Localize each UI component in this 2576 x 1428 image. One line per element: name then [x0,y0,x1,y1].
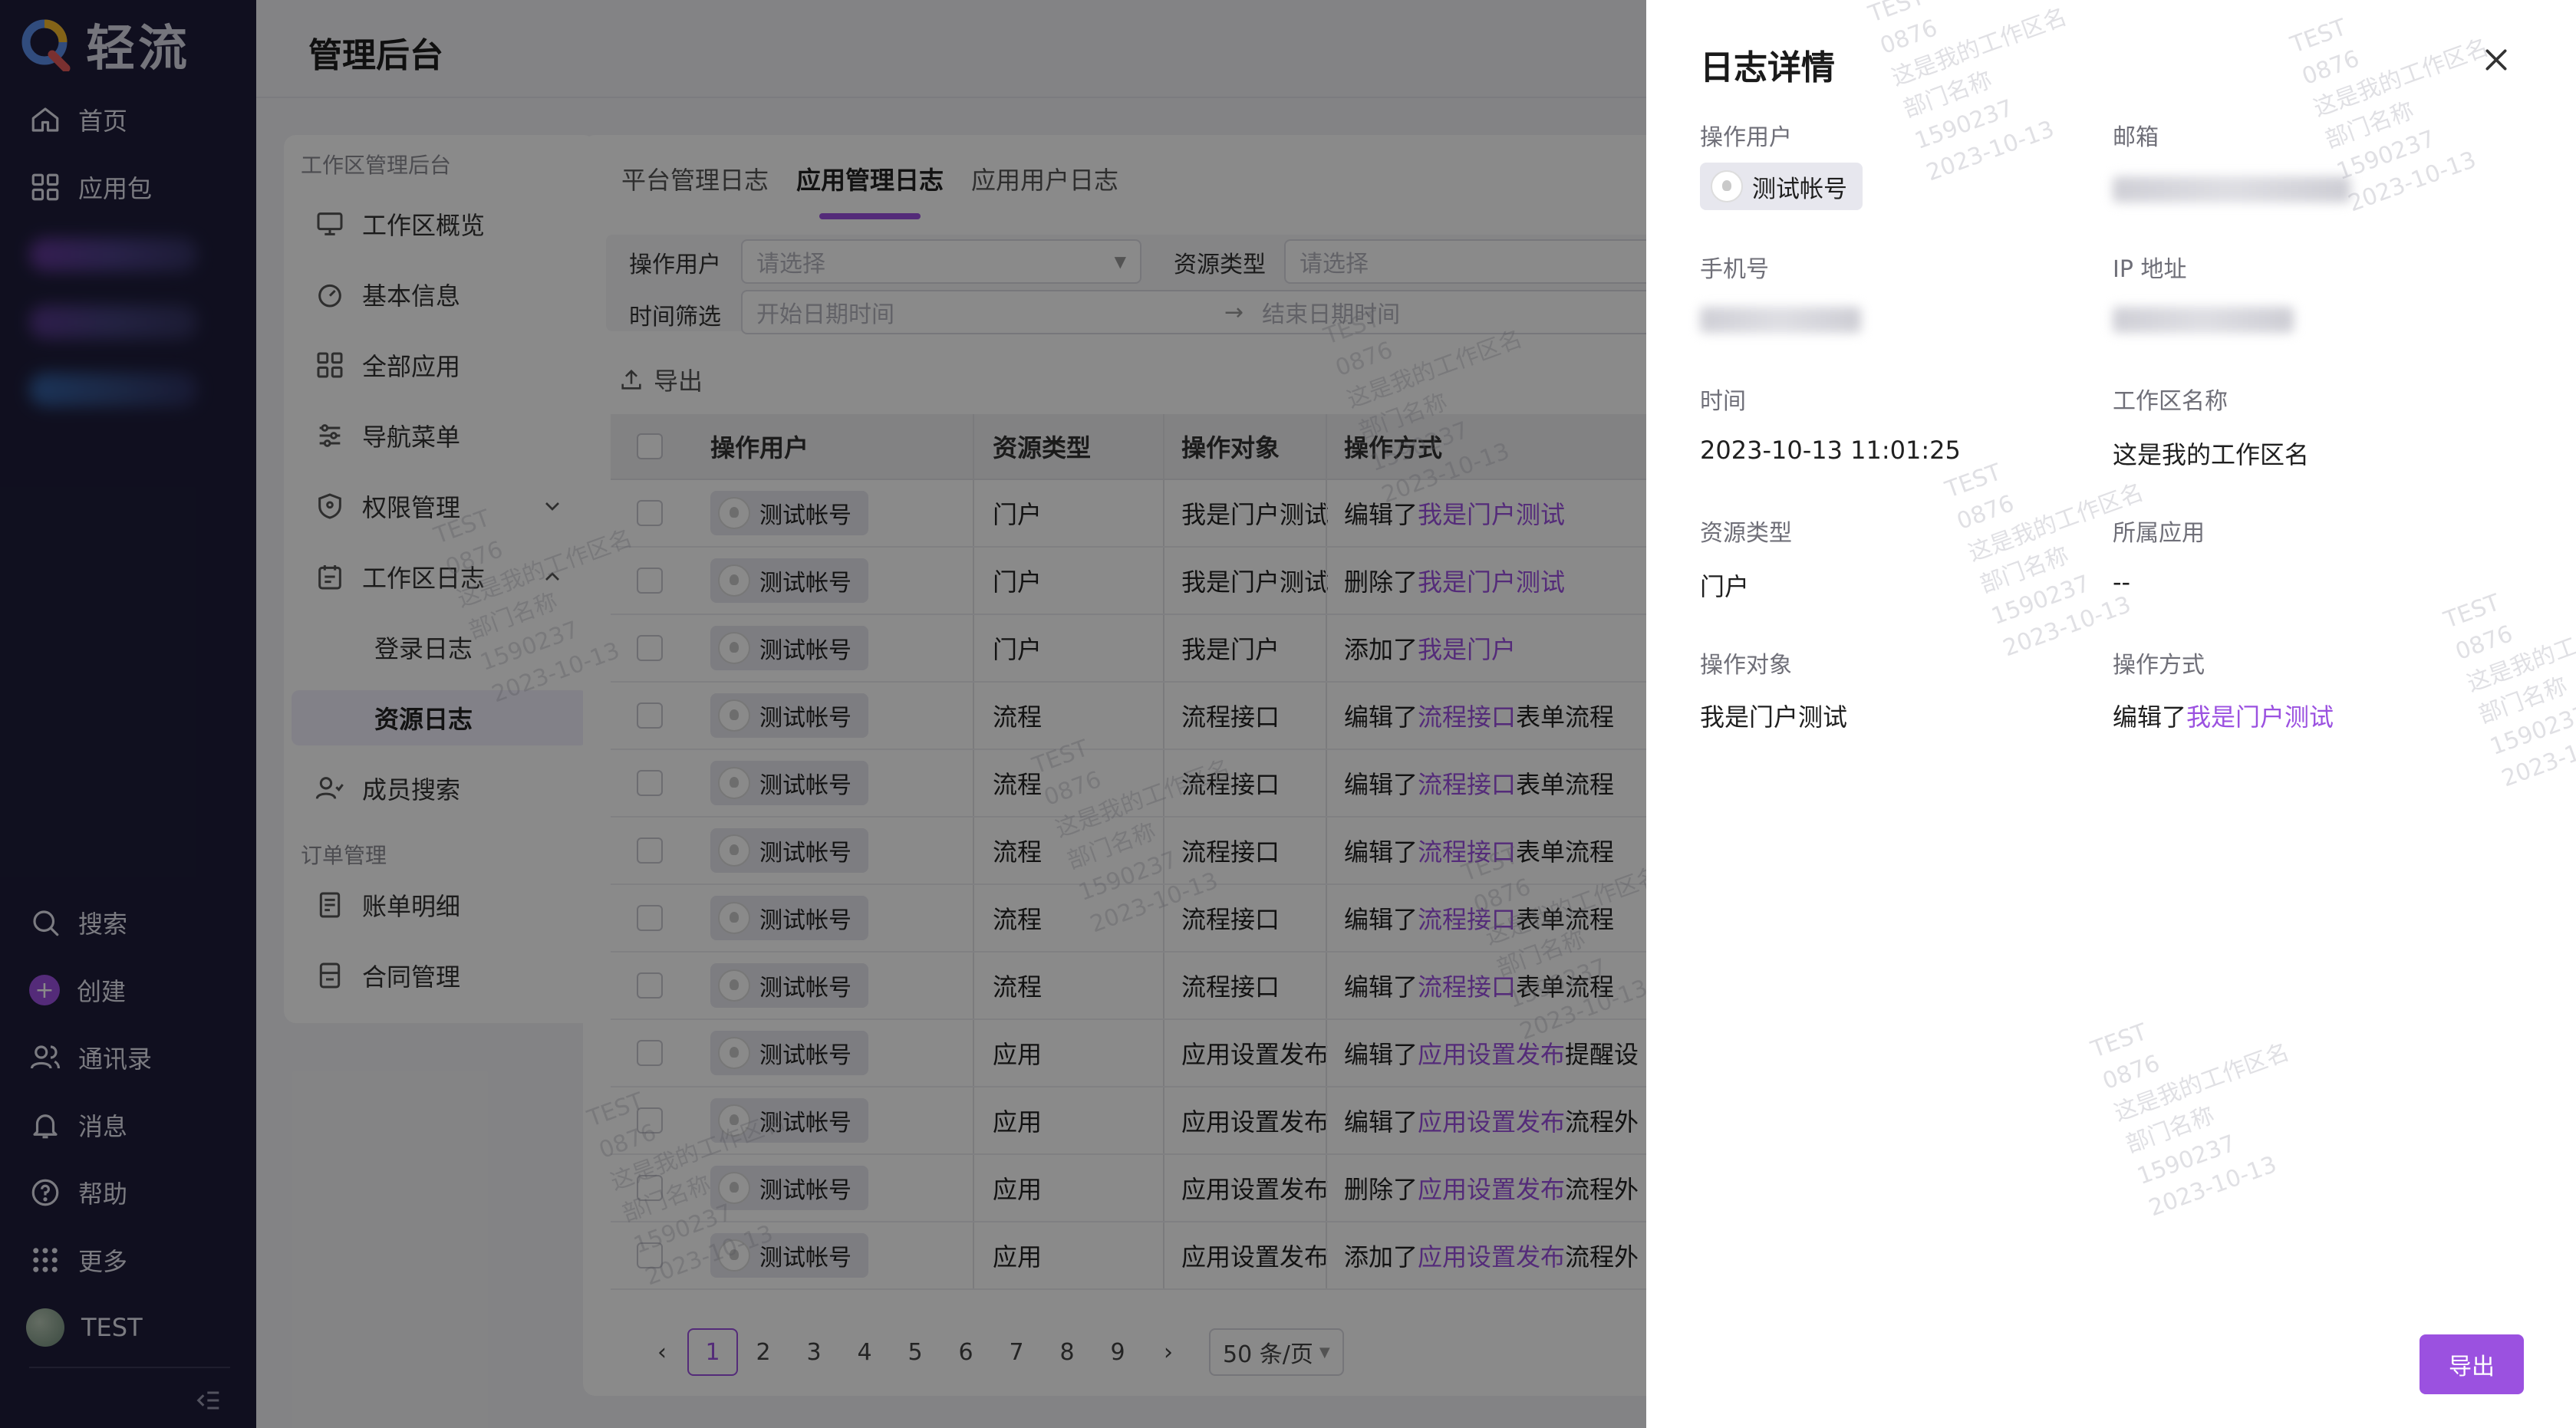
drawer-title: 日志详情 [1700,48,1835,87]
ip-value-redacted [2113,307,2294,333]
modal-overlay[interactable] [0,0,1646,1428]
phone-label: 手机号 [1700,256,1769,283]
resource-type-label: 资源类型 [1700,520,1792,547]
email-value-redacted [2113,176,2350,202]
time-label: 时间 [1700,388,1746,415]
time-value: 2023-10-13 11:01:25 [1700,436,1961,465]
app-value: -- [2113,568,2131,597]
ip-label: IP 地址 [2113,256,2187,283]
workspace-value: 这是我的工作区名 [2113,440,2310,469]
operator-user-name: 测试帐号 [1752,175,1847,203]
export-button[interactable]: 导出 [2420,1334,2524,1394]
email-label: 邮箱 [2113,124,2159,151]
phone-value-redacted [1700,307,1861,333]
close-icon[interactable] [2481,44,2512,75]
operator-user-chip[interactable]: 测试帐号 [1700,163,1863,210]
method-verb: 编辑了 [2113,702,2187,732]
resource-type-value: 门户 [1700,572,1750,601]
avatar [1711,170,1743,202]
workspace-label: 工作区名称 [2113,388,2228,415]
object-label: 操作对象 [1700,652,1792,679]
app-label: 所属应用 [2113,520,2205,547]
operator-label: 操作用户 [1700,124,1792,151]
object-value: 我是门户测试 [1700,702,1848,732]
method-label: 操作方式 [2113,652,2205,679]
method-target-link[interactable]: 我是门户测试 [2186,702,2334,732]
method-value: 编辑了我是门户测试 [2113,698,2334,733]
log-detail-drawer: 日志详情 操作用户 测试帐号 邮箱 手机号 IP 地址 时间 2023-10-1… [1646,0,2576,1428]
app-root: 轻流 首页 应用包 搜索 + 创建 通讯录 消息 帮助 更多 TEST 管理后台… [0,0,2576,1428]
